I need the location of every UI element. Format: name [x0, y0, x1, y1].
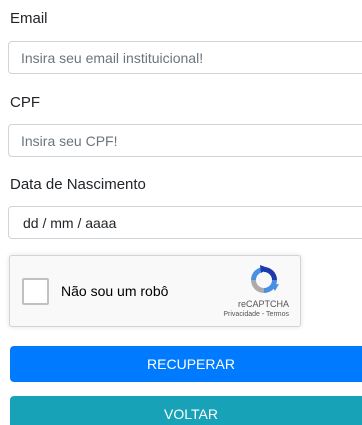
recaptcha-widget: Não sou um robô reCAPTCHA Privacidade - …: [9, 255, 301, 327]
recaptcha-checkbox[interactable]: [22, 278, 49, 305]
back-button[interactable]: VOLTAR: [10, 396, 362, 425]
cpf-label: CPF: [10, 94, 40, 111]
recaptcha-logo-icon: [251, 265, 279, 293]
recaptcha-brand: reCAPTCHA: [237, 299, 289, 309]
birthdate-input[interactable]: dd / mm / aaaa: [8, 206, 362, 239]
email-label: Email: [10, 10, 48, 27]
email-input[interactable]: [8, 41, 362, 74]
birthdate-label: Data de Nascimento: [10, 176, 146, 193]
recaptcha-label: Não sou um robô: [61, 283, 169, 299]
password-recovery-form: Email CPF Data de Nascimento dd / mm / a…: [0, 0, 362, 425]
recover-button[interactable]: RECUPERAR: [10, 346, 362, 382]
cpf-input[interactable]: [8, 124, 362, 157]
recaptcha-privacy-terms-link[interactable]: Privacidade - Termos: [223, 311, 289, 318]
